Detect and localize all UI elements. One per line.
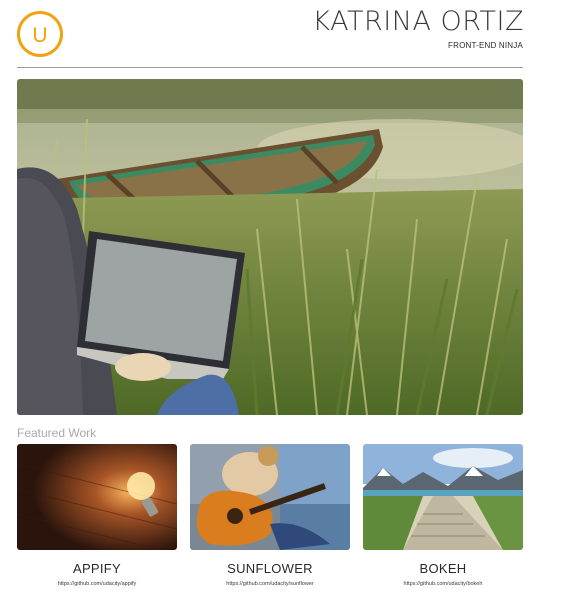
- project-card-bokeh[interactable]: BOKEH https://github.com/udacity/bokeh: [363, 444, 523, 587]
- project-title-appify: APPIFY: [72, 561, 122, 576]
- project-image-bokeh[interactable]: [363, 444, 523, 550]
- project-card-sunflower[interactable]: SUNFLOWER https://github.com/udacity/sun…: [190, 444, 350, 587]
- project-link-sunflower[interactable]: https://github.com/udacity/sunflower: [190, 581, 350, 587]
- site-owner-name: KATRINA ORTIZ: [312, 6, 524, 37]
- project-title-sunflower: SUNFLOWER: [227, 561, 313, 576]
- hero-image: [17, 79, 523, 415]
- site-subtitle: FRONT-END NINJA: [448, 41, 523, 50]
- logo-letter: U: [32, 24, 47, 47]
- project-link-appify[interactable]: https://github.com/udacity/appify: [17, 581, 177, 587]
- project-image-sunflower[interactable]: [190, 444, 350, 550]
- project-card-appify[interactable]: APPIFY https://github.com/udacity/appify: [17, 444, 177, 587]
- header-divider: [17, 67, 523, 68]
- logo: U: [16, 10, 64, 58]
- featured-work-title: Featured Work: [17, 426, 97, 440]
- project-link-bokeh[interactable]: https://github.com/udacity/bokeh: [363, 581, 523, 587]
- project-title-bokeh: BOKEH: [419, 561, 467, 576]
- project-image-appify[interactable]: [17, 444, 177, 550]
- logo-icon: U: [17, 11, 63, 57]
